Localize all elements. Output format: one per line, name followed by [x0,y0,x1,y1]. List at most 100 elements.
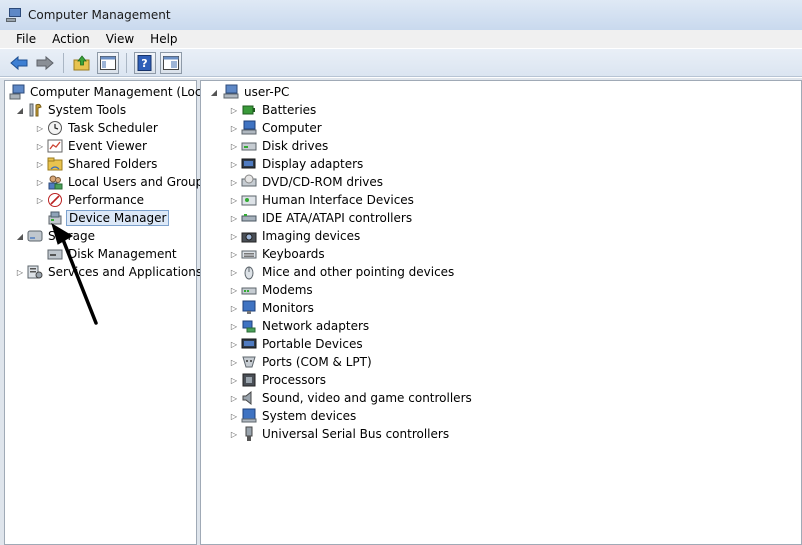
expand-arrow-icon[interactable]: ▷ [229,304,239,313]
device-category-row[interactable]: ▷ Sound, video and game controllers [229,389,474,407]
expand-arrow-icon[interactable]: ▷ [229,232,239,241]
menu-action[interactable]: Action [44,32,98,46]
expand-arrow-icon[interactable]: ▷ [229,430,239,439]
tree-item-computer-management[interactable]: Computer Management (Local [9,83,214,101]
device-category-label: Portable Devices [262,337,363,351]
expand-arrow-icon[interactable]: ▷ [229,358,239,367]
tree-label: Device Manager [66,210,170,226]
help-button[interactable]: ? [134,51,156,74]
tree-item-local-users-groups[interactable]: ▷ Local Users and Groups [35,173,212,191]
expand-arrow-icon[interactable]: ▷ [35,124,45,133]
device-category-row[interactable]: ▷ Batteries [229,101,318,119]
display-adapter-icon [241,156,257,172]
svg-text:?: ? [141,57,147,70]
device-manager-icon [47,210,63,226]
clock-icon [47,120,63,136]
device-category-row[interactable]: ▷ Keyboards [229,245,327,263]
expand-arrow-icon[interactable]: ▷ [15,268,25,277]
device-category-row[interactable]: ▷ Ports (COM & LPT) [229,353,374,371]
back-button[interactable] [8,52,30,74]
tree-item-system-tools[interactable]: ◢ System Tools [15,101,128,119]
expand-arrow-icon[interactable]: ▷ [229,160,239,169]
expand-arrow-icon[interactable]: ▷ [229,376,239,385]
device-category-row[interactable]: ▷ Monitors [229,299,316,317]
tree-label: Computer Management (Local [30,85,213,99]
expand-arrow-icon[interactable]: ▷ [229,250,239,259]
mouse-icon [241,264,257,280]
expand-arrow-icon[interactable]: ▷ [35,160,45,169]
device-category-row[interactable]: ▷ Display adapters [229,155,365,173]
expand-arrow-icon[interactable]: ▷ [229,394,239,403]
expand-arrow-icon[interactable]: ▷ [229,106,239,115]
back-arrow-icon [10,55,28,70]
toolbar: ? [0,49,802,77]
tree-item-user-pc[interactable]: ◢ user-PC [209,83,291,101]
expand-arrow-icon[interactable]: ▷ [35,178,45,187]
tree-label: System Tools [48,103,127,117]
tree-item-services-applications[interactable]: ▷ Services and Applications [15,263,204,281]
expand-arrow-icon[interactable]: ▷ [229,178,239,187]
expand-arrow-icon[interactable]: ▷ [229,322,239,331]
collapse-arrow-icon[interactable]: ◢ [15,232,25,241]
show-hide-tree-button[interactable] [97,51,119,74]
users-icon [47,174,63,190]
disk-drive-icon [241,138,257,154]
tree-item-device-manager[interactable]: Device Manager [45,209,170,227]
device-category-row[interactable]: ▷ Human Interface Devices [229,191,416,209]
device-category-row[interactable]: ▷ Modems [229,281,315,299]
hid-icon [241,192,257,208]
console-tree-pane[interactable]: Computer Management (Local ◢ System Tool… [4,80,212,545]
console-icon [163,55,179,70]
tree-item-storage[interactable]: ◢ Storage [15,227,97,245]
up-one-level-button[interactable] [71,52,93,74]
expand-arrow-icon[interactable]: ▷ [229,412,239,421]
console-tree-button[interactable] [160,51,182,74]
expand-arrow-icon[interactable]: ▷ [229,286,239,295]
device-category-row[interactable]: ▷ Network adapters [229,317,371,335]
menu-file[interactable]: File [0,32,44,46]
device-category-label: Computer [262,121,322,135]
expand-arrow-icon[interactable]: ▷ [35,196,45,205]
device-category-label: Mice and other pointing devices [262,265,455,279]
device-category-label: Batteries [262,103,317,117]
expand-arrow-icon[interactable]: ▷ [35,142,45,151]
device-category-label: Network adapters [262,319,370,333]
portable-device-icon [241,336,257,352]
expand-arrow-icon[interactable]: ▷ [229,142,239,151]
device-category-row[interactable]: ▷ Portable Devices [229,335,365,353]
device-category-label: Disk drives [262,139,329,153]
device-tree-pane[interactable]: ◢ user-PC ▷ Batteries ▷ Computer ▷ Disk drive… [200,80,802,545]
tree-item-performance[interactable]: ▷ Performance [35,191,146,209]
monitor-icon [241,300,257,316]
menu-view[interactable]: View [98,32,142,46]
tree-item-task-scheduler[interactable]: ▷ Task Scheduler [35,119,160,137]
device-category-label: Display adapters [262,157,364,171]
tree-label: Disk Management [68,247,177,261]
menu-help[interactable]: Help [142,32,185,46]
device-category-row[interactable]: ▷ Mice and other pointing devices [229,263,456,281]
tree-label: Local Users and Groups [68,175,210,189]
tree-item-shared-folders[interactable]: ▷ Shared Folders [35,155,159,173]
expand-arrow-icon[interactable]: ▷ [229,196,239,205]
performance-icon [47,192,63,208]
tree-item-disk-management[interactable]: Disk Management [47,245,179,263]
device-category-row[interactable]: ▷ Computer [229,119,324,137]
expand-arrow-icon[interactable]: ▷ [229,340,239,349]
device-category-row[interactable]: ▷ DVD/CD-ROM drives [229,173,385,191]
expand-arrow-icon[interactable]: ▷ [229,214,239,223]
tools-icon [27,102,43,118]
expand-arrow-icon[interactable]: ▷ [229,124,239,133]
device-category-label: IDE ATA/ATAPI controllers [262,211,413,225]
device-category-label: Sound, video and game controllers [262,391,472,405]
device-category-row[interactable]: ▷ IDE ATA/ATAPI controllers [229,209,414,227]
device-category-row[interactable]: ▷ Imaging devices [229,227,362,245]
device-category-row[interactable]: ▷ Processors [229,371,328,389]
forward-button[interactable] [34,52,56,74]
collapse-arrow-icon[interactable]: ◢ [209,88,219,97]
tree-item-event-viewer[interactable]: ▷ Event Viewer [35,137,149,155]
device-category-row[interactable]: ▷ Disk drives [229,137,330,155]
expand-arrow-icon[interactable]: ▷ [229,268,239,277]
device-category-row[interactable]: ▷ Universal Serial Bus controllers [229,425,451,443]
collapse-arrow-icon[interactable]: ◢ [15,106,25,115]
device-category-row[interactable]: ▷ System devices [229,407,358,425]
